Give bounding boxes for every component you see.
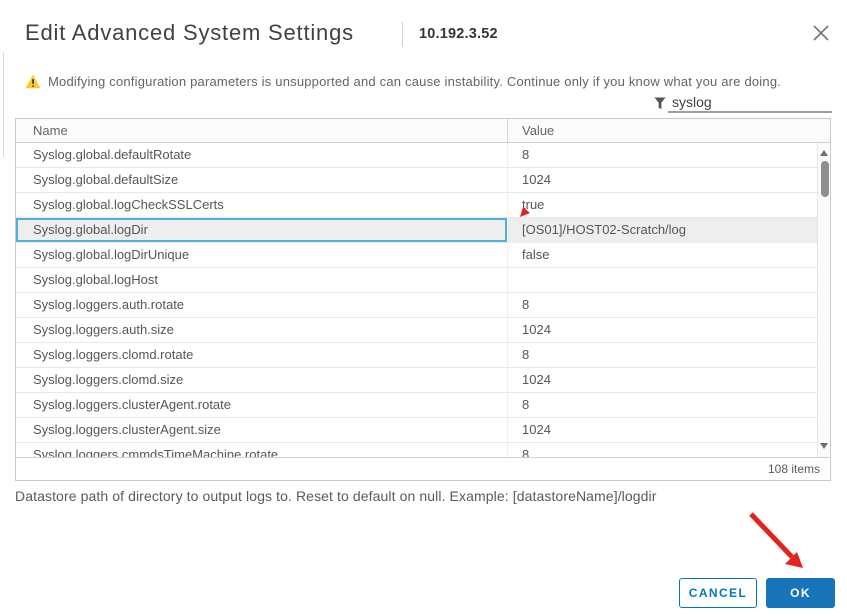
setting-description: Datastore path of directory to output lo… (15, 488, 657, 504)
row-name[interactable]: Syslog.global.logDirUnique (16, 243, 508, 267)
row-name[interactable]: Syslog.global.defaultRotate (16, 143, 508, 167)
table-row[interactable]: Syslog.loggers.clomd.size 1024 (16, 368, 830, 393)
table-header: Name Value (16, 119, 830, 143)
column-header-value[interactable]: Value (508, 119, 830, 142)
row-name[interactable]: Syslog.loggers.clomd.rotate (16, 343, 508, 367)
row-value[interactable]: 8 (508, 393, 830, 417)
row-value[interactable]: 1024 (508, 418, 830, 442)
page-title: Edit Advanced System Settings (25, 20, 354, 45)
funnel-filter-icon[interactable] (654, 97, 666, 110)
row-value[interactable]: 8 (508, 343, 830, 367)
row-value[interactable] (508, 268, 830, 292)
table-row[interactable]: Syslog.global.defaultRotate 8 (16, 143, 830, 168)
table-row[interactable]: Syslog.global.logDirUnique false (16, 243, 830, 268)
warning-triangle-icon (25, 74, 41, 88)
warning-banner: Modifying configuration parameters is un… (25, 72, 781, 90)
table-row[interactable]: Syslog.loggers.clusterAgent.rotate 8 (16, 393, 830, 418)
table-row[interactable]: Syslog.global.logDir [OS01]/HOST02-Scratc… (16, 218, 830, 243)
table-row[interactable]: Syslog.global.logCheckSSLCerts true (16, 193, 830, 218)
row-name[interactable]: Syslog.loggers.clomd.size (16, 368, 508, 392)
title-divider (402, 22, 403, 47)
row-name[interactable]: Syslog.loggers.clusterAgent.rotate (16, 393, 508, 417)
row-name[interactable]: Syslog.global.defaultSize (16, 168, 508, 192)
row-value[interactable]: 8 (508, 143, 830, 167)
row-value[interactable]: 1024 (508, 368, 830, 392)
settings-table: Name Value Syslog.global.defaultRotate 8 S… (15, 118, 831, 481)
row-value[interactable]: 8 (508, 443, 830, 457)
table-row[interactable]: Syslog.loggers.cmmdsTimeMachine.rotate 8 (16, 443, 830, 457)
filter-input[interactable] (668, 94, 832, 113)
host-address: 10.192.3.52 (419, 26, 498, 42)
table-row[interactable]: Syslog.loggers.auth.size 1024 (16, 318, 830, 343)
table-row[interactable]: Syslog.loggers.clomd.rotate 8 (16, 343, 830, 368)
table-footer: 108 items (16, 457, 830, 480)
row-value[interactable]: 1024 (508, 168, 830, 192)
row-value[interactable]: 8 (508, 293, 830, 317)
table-row[interactable]: Syslog.loggers.auth.rotate 8 (16, 293, 830, 318)
table-row[interactable]: Syslog.global.logHost (16, 268, 830, 293)
row-name[interactable]: Syslog.loggers.auth.size (16, 318, 508, 342)
row-name[interactable]: Syslog.global.logHost (16, 268, 508, 292)
table-body: Syslog.global.defaultRotate 8 Syslog.globa… (16, 143, 830, 457)
warning-text: Modifying configuration parameters is un… (48, 73, 782, 89)
row-name[interactable]: Syslog.global.logDir (16, 218, 508, 242)
row-name[interactable]: Syslog.loggers.cmmdsTimeMachine.rotate (16, 443, 508, 457)
cancel-button[interactable]: CANCEL (679, 578, 757, 608)
row-name[interactable]: Syslog.loggers.auth.rotate (16, 293, 508, 317)
close-icon[interactable] (811, 23, 831, 43)
table-row[interactable]: Syslog.global.defaultSize 1024 (16, 168, 830, 193)
table-row[interactable]: Syslog.loggers.clusterAgent.size 1024 (16, 418, 830, 443)
annotation-arrow (749, 512, 803, 568)
row-value[interactable]: [OS01]/HOST02-Scratch/log (508, 218, 830, 242)
row-name[interactable]: Syslog.global.logCheckSSLCerts (16, 193, 508, 217)
ok-button[interactable]: OK (766, 578, 835, 608)
column-header-name[interactable]: Name (16, 119, 508, 142)
scrollbar-thumb[interactable] (820, 161, 829, 197)
dialog-titlebar: Edit Advanced System Settings 10.192.3.5… (25, 20, 831, 50)
filter-bar (650, 94, 832, 117)
row-value[interactable]: 1024 (508, 318, 830, 342)
scroll-up-arrow-icon[interactable] (820, 150, 829, 157)
edit-advanced-system-settings-dialog: Edit Advanced System Settings 10.192.3.5… (0, 0, 847, 616)
scroll-down-arrow-icon[interactable] (820, 443, 829, 450)
row-name[interactable]: Syslog.loggers.clusterAgent.size (16, 418, 508, 442)
items-count: 108 items (767, 462, 820, 476)
row-value[interactable]: true (508, 193, 830, 217)
row-value[interactable]: false (508, 243, 830, 267)
vertical-scrollbar[interactable] (817, 143, 830, 457)
screen-edge-artifact (3, 52, 4, 157)
